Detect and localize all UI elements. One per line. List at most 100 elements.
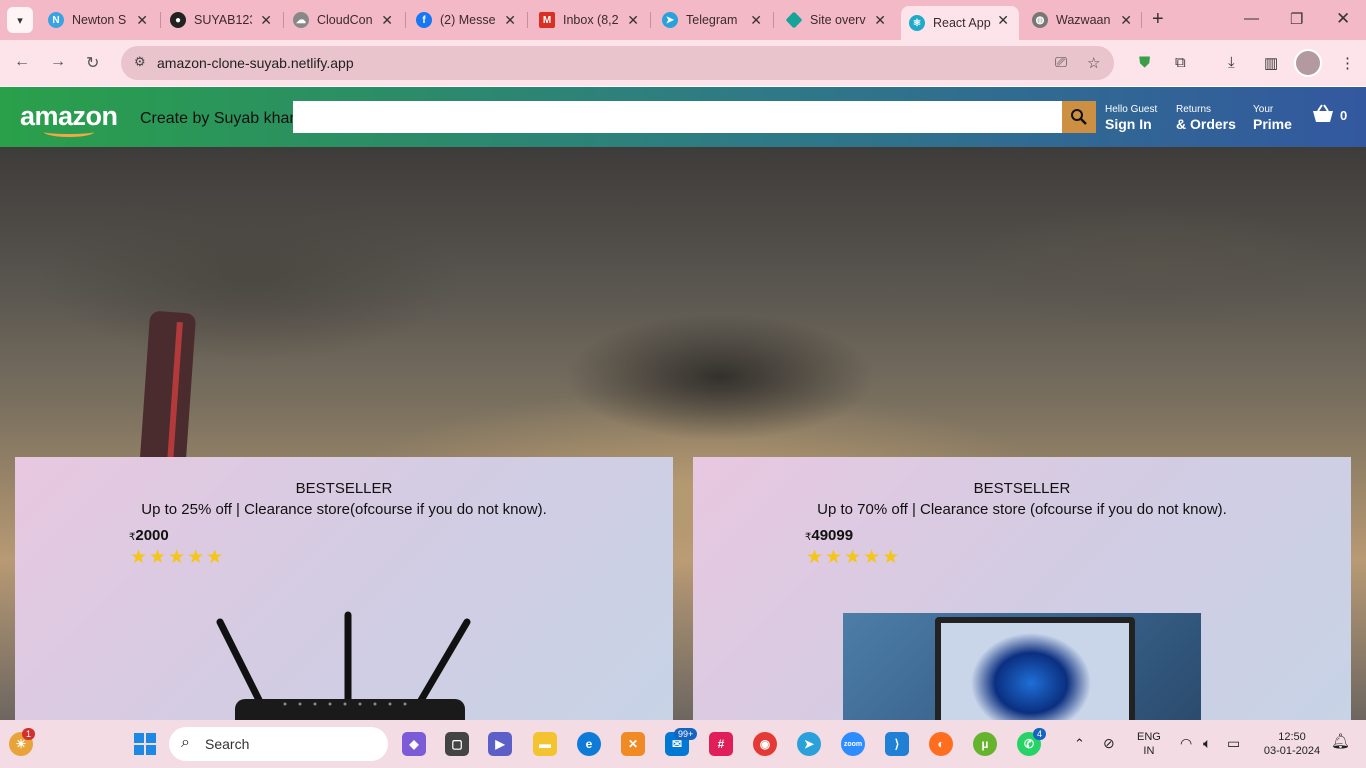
search-input[interactable]	[293, 101, 1062, 133]
minimize-button[interactable]: —	[1244, 10, 1259, 27]
language-indicator[interactable]: ENG IN	[1137, 730, 1161, 758]
restore-button[interactable]: ❐	[1290, 10, 1303, 28]
install-app-icon[interactable]: ⎚	[1055, 54, 1067, 71]
close-icon[interactable]: ✕	[381, 12, 393, 29]
close-icon[interactable]: ✕	[504, 12, 516, 29]
notification-bell-icon[interactable]: 🔔︎	[1331, 734, 1350, 749]
product-price: ₹2000	[129, 527, 169, 544]
tab-messenger[interactable]: f (2) Messe ✕	[416, 6, 516, 34]
tab-separator	[1141, 12, 1142, 28]
slack-icon[interactable]: #	[709, 732, 733, 756]
bookmark-star-icon[interactable]: ☆	[1087, 54, 1100, 72]
tab-separator	[160, 12, 161, 28]
tab-github[interactable]: ● SUYAB123 ✕	[170, 6, 272, 34]
tab-search-button[interactable]: ▾	[7, 7, 33, 33]
product-description: Up to 70% off | Clearance store (ofcours…	[817, 501, 1227, 518]
close-icon[interactable]: ✕	[997, 12, 1009, 29]
product-image-router	[216, 611, 471, 720]
taskbar-search-box[interactable]: ⌕ Search	[169, 727, 388, 761]
network-off-icon[interactable]: ⊘	[1103, 736, 1115, 750]
tab-netlify[interactable]: Site overv ✕	[786, 6, 886, 34]
close-icon[interactable]: ✕	[1120, 12, 1132, 29]
laptop-wallpaper	[941, 623, 1129, 720]
search-button[interactable]	[1062, 101, 1096, 133]
volume-icon[interactable]: 🔈︎	[1203, 736, 1211, 750]
amazon-logo-smile	[44, 127, 94, 137]
reload-button[interactable]: ↻	[86, 53, 99, 73]
telegram-icon[interactable]: ➤	[797, 732, 821, 756]
chevron-up-icon[interactable]: ⌃	[1074, 737, 1085, 751]
firefox-icon[interactable]: ◐	[929, 732, 953, 756]
telegram-icon: ➤	[662, 12, 678, 28]
sign-in-option[interactable]: Hello Guest Sign In	[1105, 104, 1157, 132]
product-title: BESTSELLER	[295, 480, 393, 497]
basket-icon[interactable]	[1311, 104, 1335, 130]
zoom-icon[interactable]: zoom	[841, 732, 865, 756]
clock[interactable]: 12:50 03-01-2024	[1258, 730, 1326, 758]
close-icon[interactable]: ✕	[260, 12, 272, 29]
back-button[interactable]: ←	[14, 53, 30, 71]
wifi-icon[interactable]: ◠	[1180, 736, 1192, 750]
new-tab-button[interactable]: +	[1152, 9, 1164, 29]
window-close-button[interactable]: ✕	[1336, 9, 1350, 29]
site-settings-icon[interactable]: ⚙	[134, 54, 146, 70]
tab-telegram[interactable]: ➤ Telegram ✕	[662, 6, 762, 34]
tab-separator	[650, 12, 651, 28]
url-text[interactable]: amazon-clone-suyab.netlify.app	[157, 55, 354, 71]
task-view-icon[interactable]: ▢	[445, 732, 469, 756]
download-icon[interactable]: ⤓	[1228, 54, 1235, 71]
tab-separator	[527, 12, 528, 28]
chrome-icon[interactable]: ◉	[753, 732, 777, 756]
close-icon[interactable]: ✕	[627, 12, 639, 29]
product-card: BESTSELLER Up to 25% off | Clearance sto…	[15, 457, 673, 720]
address-bar[interactable]: ⚙ amazon-clone-suyab.netlify.app ⎚ ☆	[121, 46, 1114, 80]
close-icon[interactable]: ✕	[136, 12, 148, 29]
product-card: BESTSELLER Up to 70% off | Clearance sto…	[693, 457, 1351, 720]
tab-newton[interactable]: N Newton S ✕	[48, 6, 148, 34]
header-tagline: Create by Suyab khan	[140, 110, 299, 127]
file-explorer-icon[interactable]: ▬	[533, 732, 557, 756]
copilot-icon[interactable]: ◆	[402, 732, 426, 756]
product-description: Up to 25% off | Clearance store(ofcourse…	[141, 501, 547, 518]
utorrent-icon[interactable]: µ	[973, 732, 997, 756]
product-rating: ★★★★★	[130, 547, 226, 568]
gmail-icon: M	[539, 12, 555, 28]
profile-avatar[interactable]	[1294, 49, 1322, 77]
react-icon: ⚛	[909, 15, 925, 31]
cloud-icon: ☁	[293, 12, 309, 28]
windows-taskbar: ☀ 1 ⌕ Search ◆ ▢ ▶ ▬ e ✕ ✉ 99+ # ◉ ➤ zoo…	[0, 720, 1366, 768]
returns-orders-option[interactable]: Returns & Orders	[1176, 104, 1236, 132]
facebook-icon: f	[416, 12, 432, 28]
whatsapp-badge: 4	[1033, 728, 1047, 740]
tab-cloudconvert[interactable]: ☁ CloudCon ✕	[293, 6, 393, 34]
amazon-header: amazon Create by Suyab khan Hello Guest …	[0, 87, 1366, 147]
product-image-laptop	[843, 613, 1201, 720]
tab-separator	[405, 12, 406, 28]
edge-icon[interactable]: e	[577, 732, 601, 756]
mail-badge: 99+	[674, 728, 698, 740]
menu-icon[interactable]: ⋮	[1340, 54, 1355, 72]
close-icon[interactable]: ✕	[750, 12, 762, 29]
tab-strip: ▾ N Newton S ✕ ● SUYAB123 ✕ ☁ CloudCon ✕…	[0, 0, 1366, 40]
tab-wazwaan[interactable]: ◍ Wazwaan ✕	[1032, 6, 1132, 34]
tab-separator	[283, 12, 284, 28]
side-panel-icon[interactable]: ▥	[1264, 54, 1278, 72]
close-icon[interactable]: ✕	[874, 12, 886, 29]
prime-option[interactable]: Your Prime	[1253, 104, 1292, 132]
search-icon: ⌕	[181, 734, 190, 751]
product-price: ₹49099	[805, 527, 854, 544]
forward-button[interactable]: →	[50, 53, 66, 71]
battery-icon[interactable]: ▭	[1227, 736, 1240, 750]
tab-react-app[interactable]: ⚛ React App ✕	[901, 6, 1019, 40]
vscode-icon[interactable]: ⟩	[885, 732, 909, 756]
xampp-icon[interactable]: ✕	[621, 732, 645, 756]
netlify-icon	[786, 11, 803, 29]
tab-gmail[interactable]: M Inbox (8,2 ✕	[539, 6, 639, 34]
search-icon	[1071, 109, 1087, 125]
shield-extension-icon[interactable]: ⛊	[1139, 54, 1150, 71]
newton-icon: N	[48, 12, 64, 28]
github-icon: ●	[170, 12, 186, 28]
start-icon[interactable]	[133, 732, 157, 756]
teams-chat-icon[interactable]: ▶	[488, 732, 512, 756]
extensions-icon[interactable]: ⧉	[1175, 54, 1186, 71]
